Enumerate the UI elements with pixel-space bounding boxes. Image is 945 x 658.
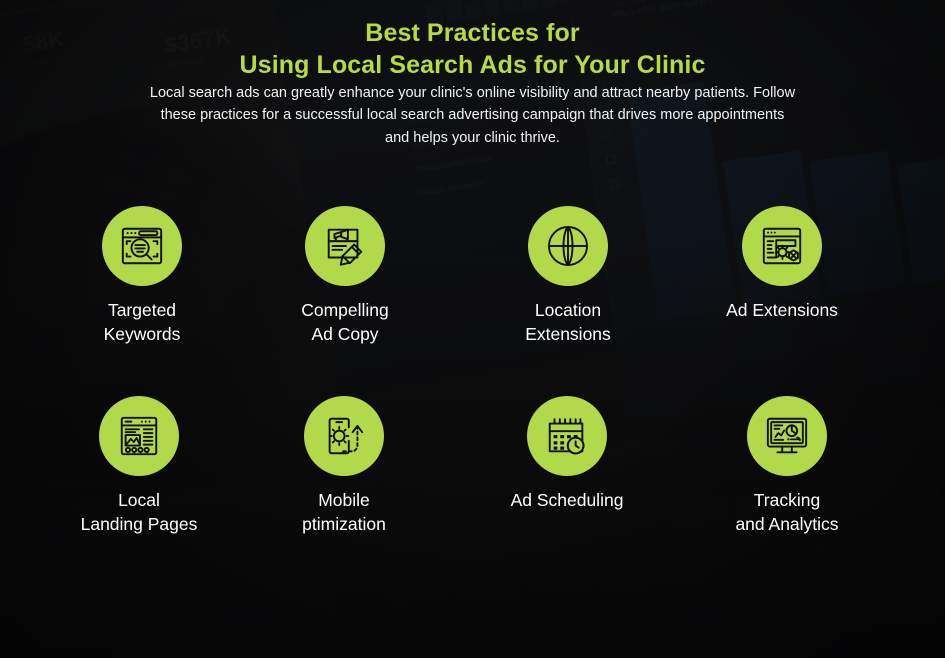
page-title-line-2: Using Local Search Ads for Your Clinic (239, 50, 706, 79)
practice-label: Tracking and Analytics (735, 490, 839, 534)
practice-label: Mobile ptimization (302, 490, 386, 534)
page-title: Best Practices for Using Local Search Ad… (0, 18, 945, 81)
phone-gear-arrow-icon (321, 413, 367, 459)
practice-item-ad-scheduling[interactable]: Ad Scheduling (477, 396, 657, 513)
practice-item-tracking-and-analytics[interactable]: Tracking and Analytics (697, 396, 877, 536)
practice-icon-circle (99, 396, 179, 476)
practice-label: Local Landing Pages (80, 490, 198, 534)
calendar-clock-icon (544, 413, 590, 459)
globe-icon (544, 222, 592, 270)
browser-search-icon (119, 223, 165, 269)
practice-icon-circle (102, 206, 182, 286)
practice-label: Ad Extensions (726, 300, 838, 320)
content-layer: Best Practices for Using Local Search Ad… (0, 0, 945, 658)
infographic-poster: 58K Users $367K Revenue 2.8% Conversion … (0, 0, 945, 658)
practice-item-location-extensions[interactable]: Location Extensions (478, 206, 658, 346)
practices-row-2: Local Landing Pages Mobile ptimization A… (0, 396, 945, 586)
webpage-layout-icon (116, 413, 162, 459)
practice-item-mobile-optimization[interactable]: Mobile ptimization (254, 396, 434, 536)
browser-gear-x-icon (759, 223, 805, 269)
practices-row-1: Targeted Keywords Compelling Ad Copy Loc… (0, 206, 945, 396)
page-title-line-1: Best Practices for (365, 19, 580, 47)
monitor-charts-icon (764, 413, 810, 459)
practice-label: Ad Scheduling (510, 490, 624, 510)
practice-icon-circle (747, 396, 827, 476)
practice-item-local-landing-pages[interactable]: Local Landing Pages (49, 396, 229, 536)
practice-icon-circle (528, 206, 608, 286)
page-subtitle: Local search ads can greatly enhance you… (149, 85, 796, 146)
practice-item-ad-extensions[interactable]: Ad Extensions (692, 206, 872, 323)
practice-label: Targeted Keywords (103, 300, 181, 344)
practice-icon-circle (742, 206, 822, 286)
practice-item-targeted-keywords[interactable]: Targeted Keywords (52, 206, 232, 346)
practice-icon-circle (527, 396, 607, 476)
practice-label: Compelling Ad Copy (301, 300, 389, 344)
practice-label: Location Extensions (525, 300, 611, 344)
practice-item-compelling-ad-copy[interactable]: Compelling Ad Copy (255, 206, 435, 346)
practices-grid: Targeted Keywords Compelling Ad Copy Loc… (0, 206, 945, 586)
practice-icon-circle (304, 396, 384, 476)
megaphone-pencil-icon (322, 223, 368, 269)
practice-icon-circle (305, 206, 385, 286)
